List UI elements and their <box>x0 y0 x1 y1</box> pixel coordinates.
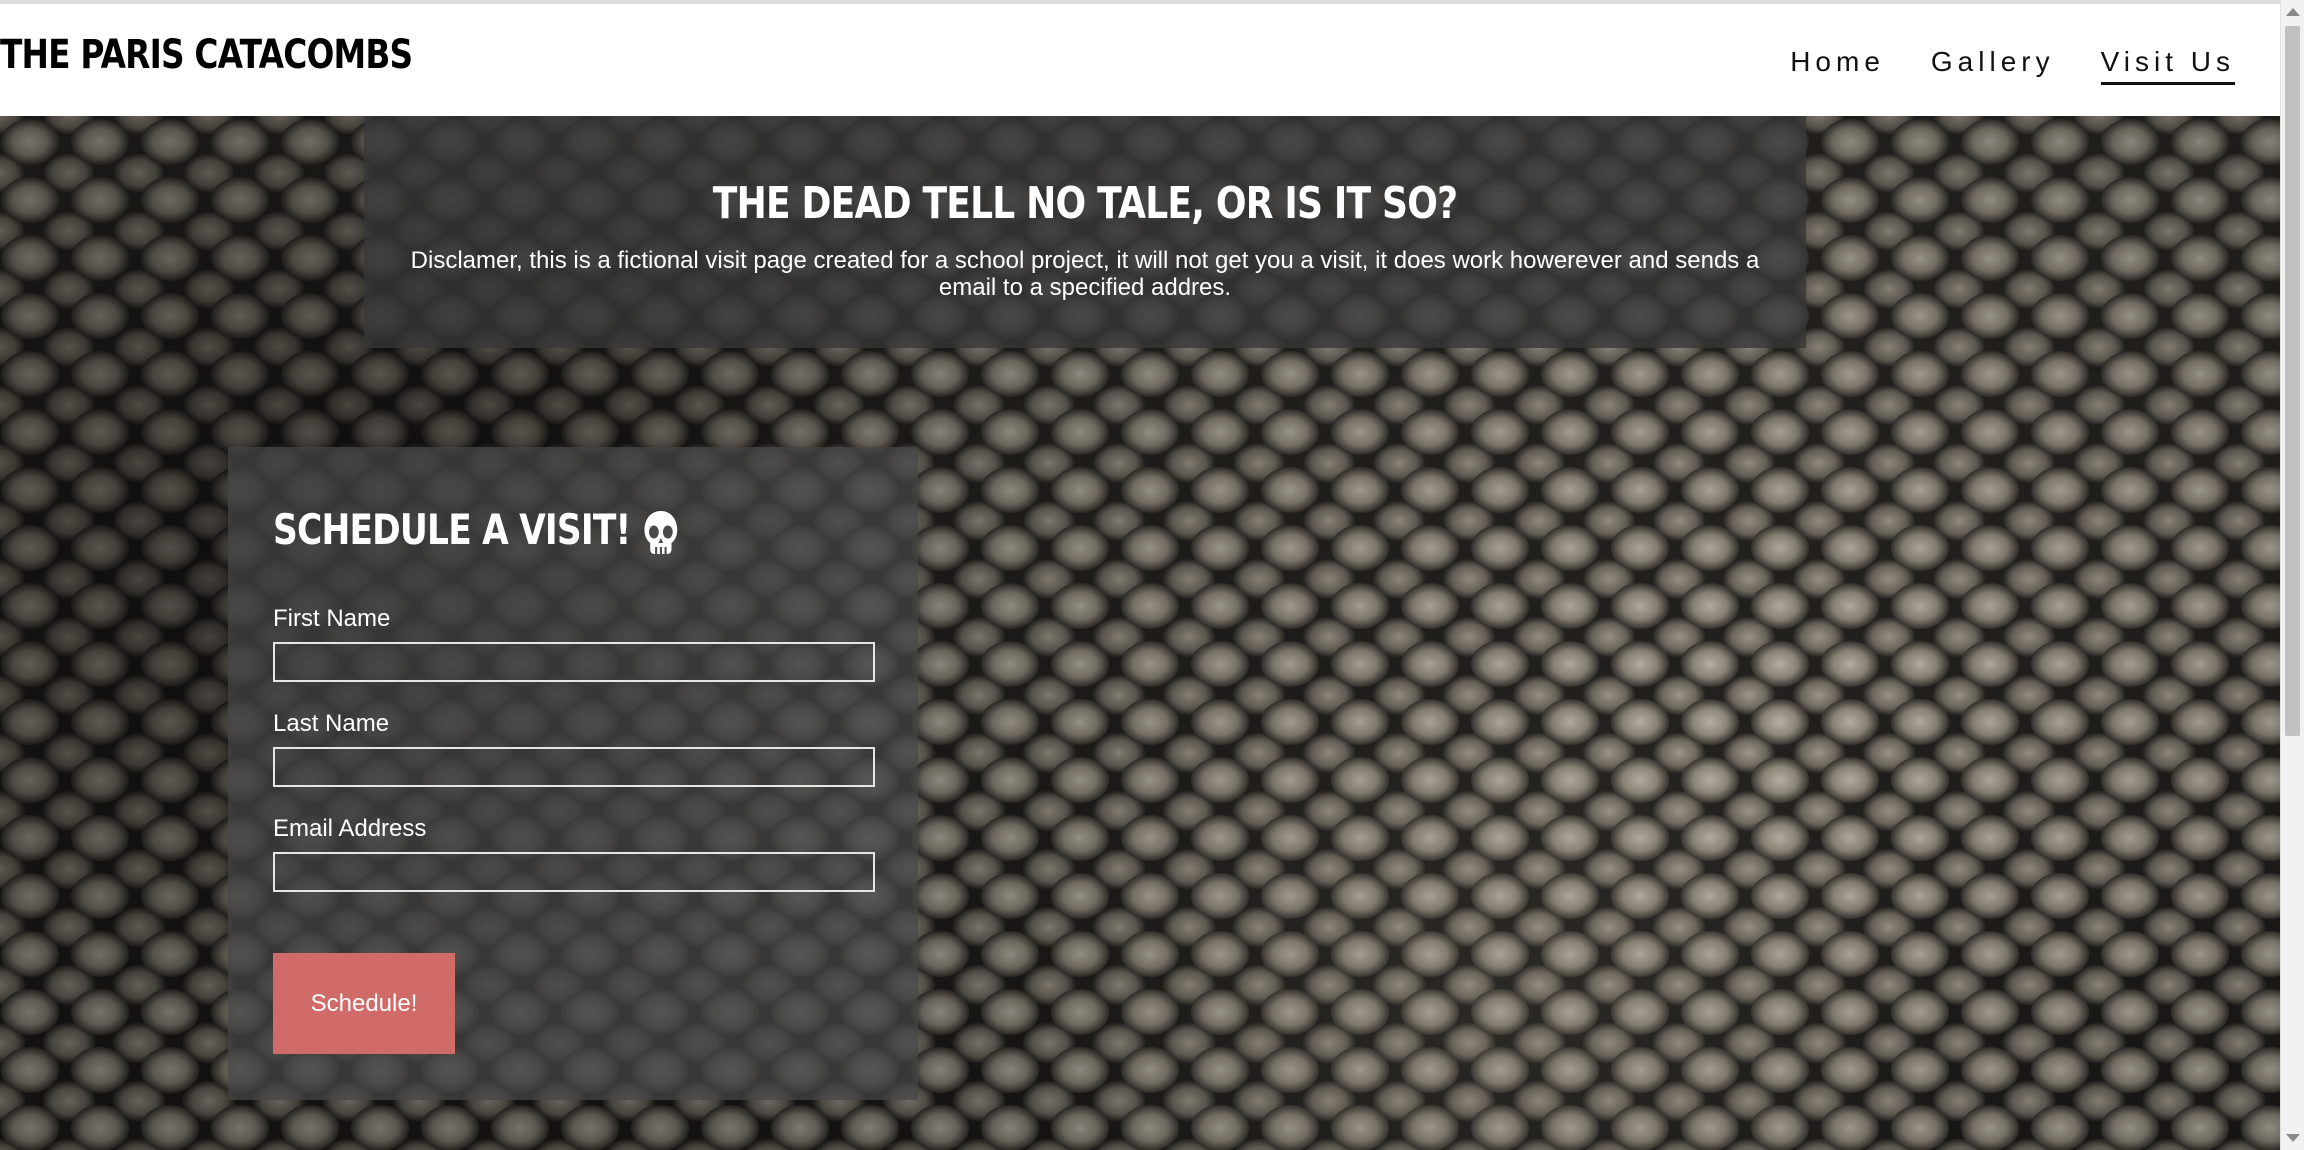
scroll-down-icon[interactable] <box>2286 1134 2300 1142</box>
nav-item-visit-us[interactable]: Visit Us <box>2100 46 2235 85</box>
vertical-scrollbar[interactable] <box>2280 0 2304 1150</box>
schedule-button[interactable]: Schedule! <box>273 953 455 1054</box>
site-header: THE PARIS CATACOMBS Home Gallery Visit U… <box>0 0 2280 116</box>
page-viewport: THE PARIS CATACOMBS Home Gallery Visit U… <box>0 0 2280 1150</box>
first-name-field[interactable] <box>273 642 875 682</box>
last-name-label: Last Name <box>273 710 390 737</box>
email-address-field[interactable] <box>273 852 875 892</box>
email-address-label: Email Address <box>273 815 427 842</box>
schedule-visit-form: SCHEDULE A VISIT! First Name Last Name E… <box>228 447 918 1100</box>
form-title: SCHEDULE A VISIT! <box>273 505 680 557</box>
site-brand[interactable]: THE PARIS CATACOMBS <box>0 32 413 78</box>
last-name-field[interactable] <box>273 747 875 787</box>
skull-icon <box>644 510 678 554</box>
scrollbar-thumb[interactable] <box>2285 26 2300 736</box>
nav-item-gallery[interactable]: Gallery <box>1931 46 2055 85</box>
disclaimer-text: Disclamer, this is a fictional visit pag… <box>410 247 1760 301</box>
main-nav: Home Gallery Visit Us <box>1790 46 2235 85</box>
form-title-text: SCHEDULE A VISIT! <box>273 505 631 554</box>
scroll-up-icon[interactable] <box>2286 8 2300 16</box>
first-name-label: First Name <box>273 605 391 632</box>
intro-panel: THE DEAD TELL NO TALE, OR IS IT SO? Disc… <box>364 116 1806 348</box>
nav-item-home[interactable]: Home <box>1790 46 1885 85</box>
intro-title: THE DEAD TELL NO TALE, OR IS IT SO? <box>712 178 1458 229</box>
